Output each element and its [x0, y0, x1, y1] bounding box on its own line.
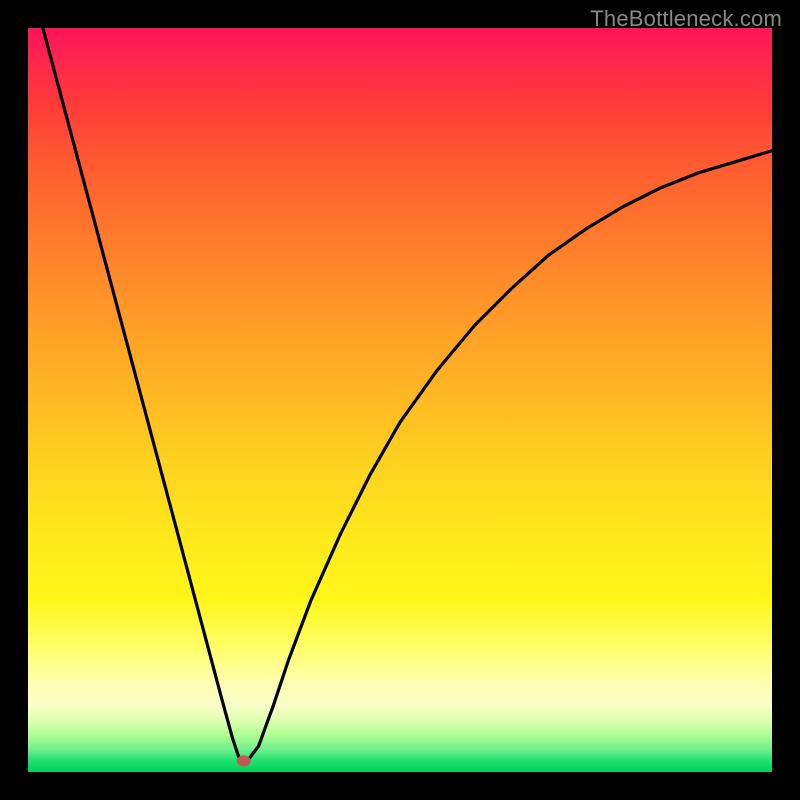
chart-frame: TheBottleneck.com	[0, 0, 800, 800]
minimum-marker	[237, 755, 251, 766]
plot-area	[28, 28, 772, 772]
chart-svg	[28, 28, 772, 772]
bottleneck-curve	[43, 28, 772, 761]
